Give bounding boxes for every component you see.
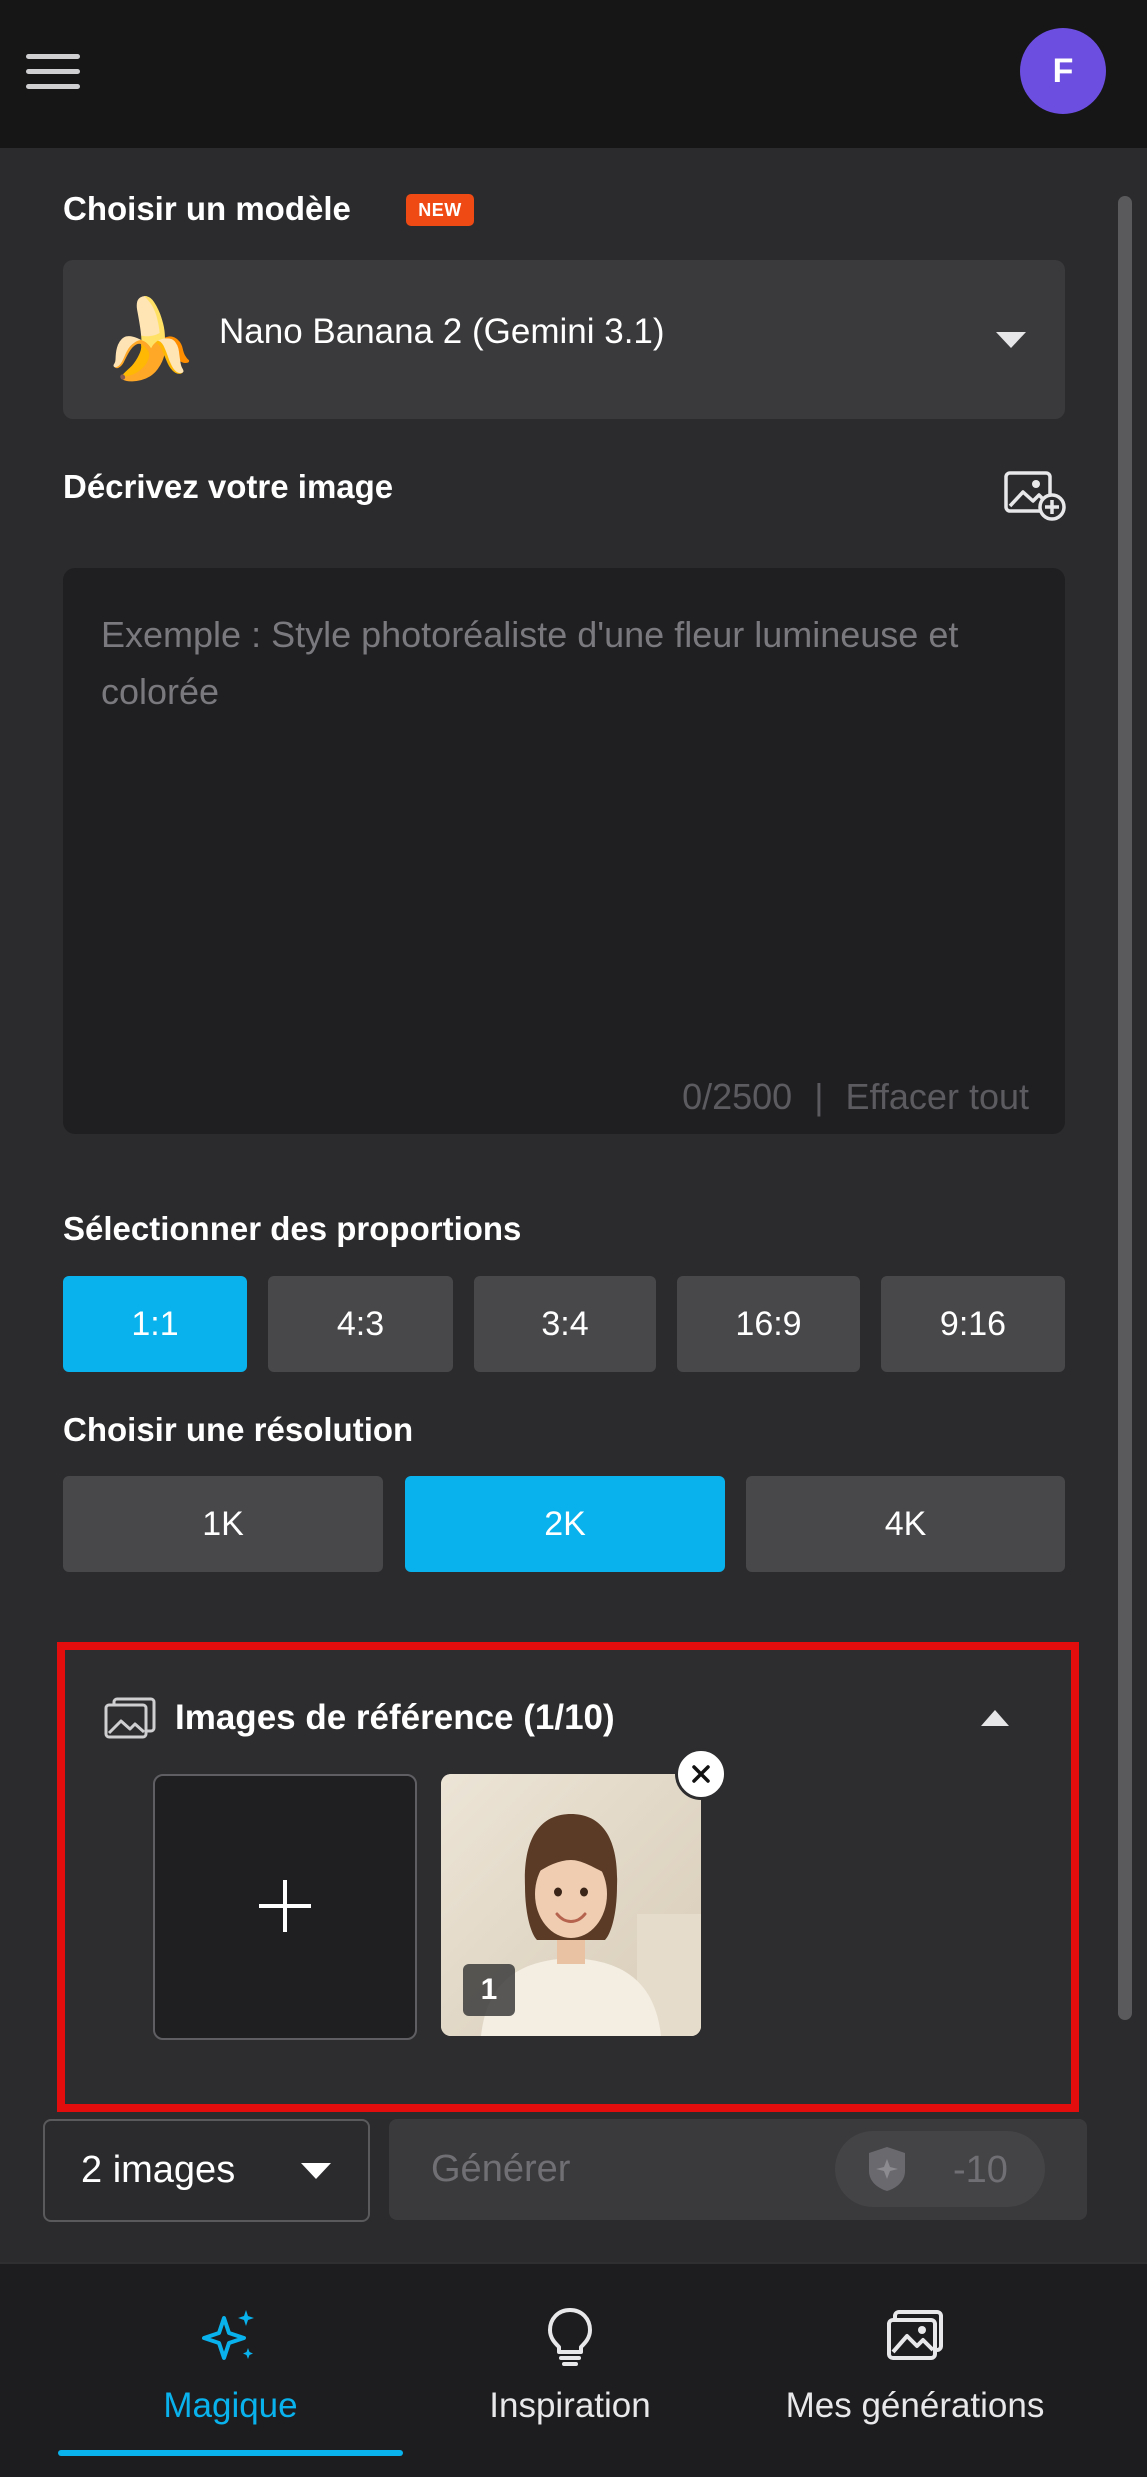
- resolution-2k-button[interactable]: 2K: [405, 1476, 725, 1572]
- image-count-label: 2 images: [81, 2149, 236, 2191]
- ratio-9-16-button[interactable]: 9:16: [881, 1276, 1065, 1372]
- top-bar: F: [0, 0, 1147, 148]
- scrollbar-thumb[interactable]: [1118, 196, 1132, 2020]
- prompt-box: 0/2500 | Effacer tout: [63, 568, 1065, 1134]
- model-select[interactable]: 🍌 Nano Banana 2 (Gemini 3.1): [63, 260, 1065, 419]
- ratio-1-1-button[interactable]: 1:1: [63, 1276, 247, 1372]
- nav-item-mes-generations[interactable]: Mes générations: [745, 2264, 1085, 2477]
- reference-images-panel: Images de référence (1/10) 1: [57, 1642, 1079, 2112]
- reference-image-thumbnail[interactable]: 1: [441, 1774, 701, 2036]
- collapse-button[interactable]: [965, 1694, 1025, 1744]
- credit-cost: -10: [953, 2149, 1008, 2191]
- credit-cost-pill: -10: [835, 2131, 1045, 2207]
- upload-reference-button[interactable]: [153, 1774, 417, 2040]
- generate-button[interactable]: Générer -10: [389, 2119, 1087, 2220]
- image-index-badge: 1: [463, 1964, 515, 2016]
- generate-label: Générer: [431, 2148, 571, 2190]
- avatar[interactable]: F: [1020, 28, 1106, 114]
- model-name: Nano Banana 2 (Gemini 3.1): [219, 312, 665, 351]
- chevron-down-icon: [301, 2163, 331, 2179]
- prompt-footer: 0/2500 | Effacer tout: [682, 1076, 1029, 1118]
- chevron-up-icon: [981, 1710, 1009, 1726]
- proportions-section-title: Sélectionner des proportions: [63, 1210, 522, 1247]
- credit-coin-icon: [869, 2147, 905, 2191]
- nav-item-inspiration[interactable]: Inspiration: [430, 2264, 710, 2477]
- images-icon: [104, 1697, 156, 1739]
- nav-label-magique: Magique: [163, 2386, 298, 2425]
- reference-images-title: Images de référence (1/10): [175, 1698, 615, 1737]
- resolution-section-title: Choisir une résolution: [63, 1411, 414, 1448]
- nav-label-mes-generations: Mes générations: [785, 2386, 1045, 2425]
- add-image-icon[interactable]: [1003, 468, 1067, 522]
- remove-image-button[interactable]: [675, 1748, 727, 1800]
- prompt-input[interactable]: [99, 604, 1033, 1028]
- nav-item-magique[interactable]: Magique: [58, 2264, 403, 2477]
- model-section-title: Choisir un modèle: [63, 190, 351, 227]
- active-tab-indicator: [58, 2450, 403, 2456]
- menu-icon[interactable]: [26, 54, 80, 90]
- bottom-nav: Magique Inspiration Mes générations: [0, 2262, 1147, 2477]
- close-icon: [692, 1765, 710, 1783]
- resolution-1k-button[interactable]: 1K: [63, 1476, 383, 1572]
- gallery-icon: [887, 2310, 943, 2360]
- image-count-select[interactable]: 2 images: [43, 2119, 370, 2222]
- char-counter: 0/2500: [682, 1076, 793, 1117]
- prompt-section-title: Décrivez votre image: [63, 468, 394, 505]
- chevron-down-icon: [996, 332, 1026, 348]
- separator: |: [814, 1076, 824, 1117]
- sparkle-icon: [202, 2310, 254, 2360]
- ratio-3-4-button[interactable]: 3:4: [474, 1276, 656, 1372]
- plus-icon: [259, 1880, 311, 1932]
- clear-all-button[interactable]: Effacer tout: [846, 1076, 1029, 1117]
- ratio-4-3-button[interactable]: 4:3: [268, 1276, 453, 1372]
- nav-label-inspiration: Inspiration: [489, 2386, 651, 2425]
- banana-icon: 🍌: [101, 295, 199, 383]
- ratio-16-9-button[interactable]: 16:9: [677, 1276, 860, 1372]
- lightbulb-icon: [548, 2308, 592, 2366]
- new-badge: NEW: [406, 194, 474, 226]
- resolution-4k-button[interactable]: 4K: [746, 1476, 1065, 1572]
